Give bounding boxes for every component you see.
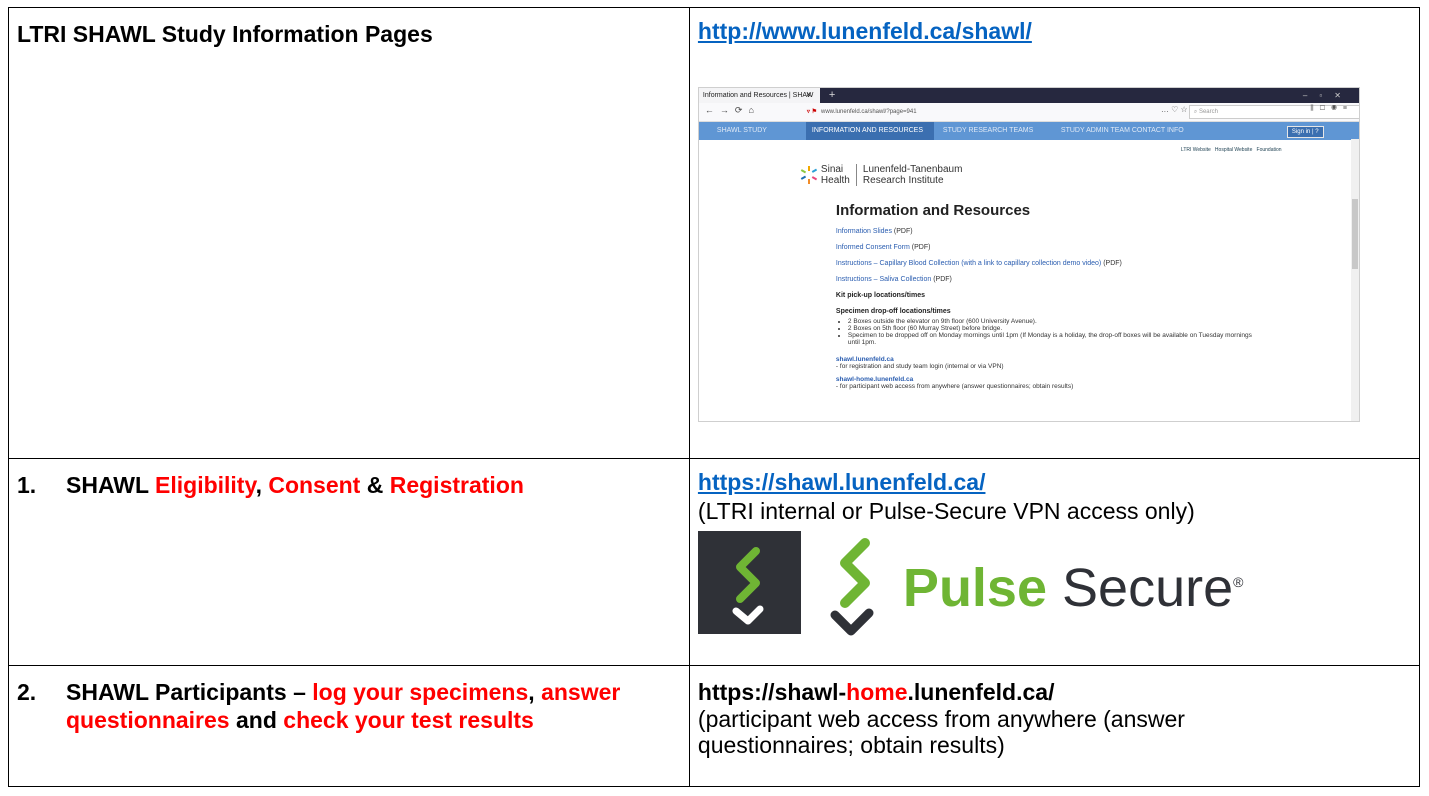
pdf-suffix: (PDF) <box>1101 260 1122 267</box>
row1-right-cell: http://www.lunenfeld.ca/shawl/ Informati… <box>688 7 1421 459</box>
close-tab-icon[interactable]: ✕ <box>806 88 812 103</box>
nav-shawl-study[interactable]: SHAWL STUDY <box>703 122 805 140</box>
participant-access-note: (participant web access from anywhere (a… <box>697 706 1185 758</box>
logo-divider <box>855 164 857 186</box>
consent-text: Consent <box>268 472 361 498</box>
row3-heading: 2. SHAWL Participants – log your specime… <box>17 666 689 734</box>
capillary-instructions-link[interactable]: Instructions – Capillary Blood Collectio… <box>836 260 1101 267</box>
title-text: , <box>255 472 269 498</box>
row3-number: 2. <box>17 679 37 705</box>
toolbar-icons[interactable]: ⫼▢◉≡ <box>1310 105 1353 113</box>
url-part: https://shawl- <box>697 679 847 705</box>
url-home-part: home <box>846 679 908 705</box>
screenshot-page-title: Information and Resources <box>835 202 1031 219</box>
tab-title: Information and Resources | SHAW <box>702 92 814 99</box>
shawl-site-desc: - for registration and study team login … <box>835 363 1004 370</box>
shawl-home-site-link[interactable]: shawl-home.lunenfeld.ca <box>836 376 913 383</box>
shawl-registration-link[interactable]: https://shawl.lunenfeld.ca/ <box>698 469 986 495</box>
info-slides-link[interactable]: Information Slides <box>836 228 892 235</box>
browser-tab[interactable]: Information and Resources | SHAW ✕ <box>698 88 820 103</box>
site-nav: SHAWL STUDY INFORMATION AND RESOURCES ST… <box>698 122 1359 140</box>
screenshot-content: Information Slides (PDF) Informed Consen… <box>836 228 1258 390</box>
lunenfeld-shawl-link[interactable]: http://www.lunenfeld.ca/shawl/ <box>698 18 1032 44</box>
consent-form-link[interactable]: Informed Consent Form <box>836 244 910 251</box>
row3-right-cell: https://shawl-home.lunenfeld.ca/ (partic… <box>688 665 1421 787</box>
search-placeholder: Search <box>1198 109 1218 115</box>
page-actions-icon[interactable]: … ♡ ☆ <box>1161 105 1188 114</box>
browser-tabbar: Information and Resources | SHAW ✕ + –▫✕ <box>698 88 1359 103</box>
registered-mark: ® <box>1233 574 1244 590</box>
hospital-website-link[interactable]: Hospital Website <box>1215 147 1252 153</box>
nav-information-resources[interactable]: INFORMATION AND RESOURCES <box>805 122 934 140</box>
nav-admin-contact[interactable]: STUDY ADMIN TEAM CONTACT INFO <box>1061 122 1211 140</box>
vpn-note: (LTRI internal or Pulse-Secure VPN acces… <box>697 498 1195 524</box>
scrollbar[interactable] <box>1350 139 1359 421</box>
pdf-suffix: (PDF) <box>931 276 952 283</box>
scrollbar-thumb[interactable] <box>1351 199 1358 269</box>
secure-word: Secure <box>1062 558 1234 618</box>
sign-in-label: Sign in <box>1291 129 1311 135</box>
pdf-suffix: (PDF) <box>891 228 913 235</box>
shawl-site-link[interactable]: shawl.lunenfeld.ca <box>836 356 894 363</box>
dropoff-heading: Specimen drop-off locations/times <box>835 308 951 315</box>
pulse-word: Pulse <box>902 558 1047 618</box>
row3-left-cell: 2. SHAWL Participants – log your specime… <box>8 665 690 787</box>
row1-title: LTRI SHAWL Study Information Pages <box>17 21 433 47</box>
sinai-star-icon <box>800 166 818 184</box>
info-table: LTRI SHAWL Study Information Pages http:… <box>8 7 1421 787</box>
logo-lunenfeld: Lunenfeld-Tanenbaum <box>862 164 963 175</box>
eligibility-text: Eligibility <box>155 472 256 498</box>
title-text: SHAWL <box>66 472 156 498</box>
registration-text: Registration <box>389 472 524 498</box>
foundation-link[interactable]: Foundation <box>1257 147 1282 153</box>
row1-left-cell: LTRI SHAWL Study Information Pages <box>8 7 690 459</box>
logo-health: Health <box>820 175 850 186</box>
new-tab-icon[interactable]: + <box>829 88 835 103</box>
address-bar[interactable]: ▿ ⚑ www.lunenfeld.ca/shawl/?page=941 <box>807 106 1057 118</box>
row2-heading: 1. SHAWL Eligibility, Consent & Registra… <box>17 459 689 499</box>
website-screenshot: Information and Resources | SHAW ✕ + –▫✕ … <box>697 87 1360 422</box>
saliva-instructions-link[interactable]: Instructions – Saliva Collection <box>836 276 931 283</box>
browser-toolbar: ←→⟳⌂ ▿ ⚑ www.lunenfeld.ca/shawl/?page=941… <box>698 103 1359 122</box>
kit-pickup-heading: Kit pick-up locations/times <box>835 292 925 299</box>
title-text: and <box>229 707 284 733</box>
url-part: .lunenfeld.ca/ <box>907 679 1055 705</box>
top-links: LTRI Website Hospital Website Foundation <box>1181 147 1282 153</box>
window-controls-icon[interactable]: –▫✕ <box>1303 88 1353 103</box>
row3-title: SHAWL Participants – log your specimens,… <box>66 678 666 734</box>
pdf-suffix: (PDF) <box>909 244 931 251</box>
row2-right-cell: https://shawl.lunenfeld.ca/ (LTRI intern… <box>688 458 1421 666</box>
dropoff-item: Specimen to be dropped off on Monday mor… <box>848 332 1258 346</box>
nav-research-teams[interactable]: STUDY RESEARCH TEAMS <box>943 122 1053 140</box>
pulse-secure-app-icon <box>697 531 801 634</box>
dropoff-list: 2 Boxes outside the elevator on 9th floo… <box>848 318 1258 346</box>
row2-title: SHAWL Eligibility, Consent & Registratio… <box>66 471 524 499</box>
dropoff-item: 2 Boxes on 5th floor (60 Murray Street) … <box>848 325 1258 332</box>
pulse-secure-mark-icon <box>830 538 874 636</box>
pulse-secure-logo: Pulse Secure® <box>697 531 1419 636</box>
log-specimens-text: log your specimens <box>312 679 529 705</box>
sign-in-button[interactable]: Sign in | ? <box>1286 126 1324 138</box>
title-text: & <box>360 472 390 498</box>
help-label: ? <box>1315 129 1319 135</box>
title-text: , <box>528 679 542 705</box>
address-url: www.lunenfeld.ca/shawl/?page=941 <box>820 109 917 115</box>
title-text: SHAWL Participants – <box>66 679 313 705</box>
row2-number: 1. <box>17 472 37 498</box>
ltri-website-link[interactable]: LTRI Website <box>1181 147 1211 153</box>
shield-icon: ▿ ⚑ <box>806 109 817 115</box>
check-results-text: check your test results <box>283 707 534 733</box>
dropoff-item: 2 Boxes outside the elevator on 9th floo… <box>848 318 1258 325</box>
navigation-icons[interactable]: ←→⟳⌂ <box>705 105 760 116</box>
logo-sinai: Sinai <box>820 164 844 175</box>
pulse-secure-wordmark: Pulse Secure® <box>903 550 1244 620</box>
shawl-home-site-desc: - for participant web access from anywhe… <box>835 383 1074 390</box>
row2-left-cell: 1. SHAWL Eligibility, Consent & Registra… <box>8 458 690 666</box>
shawl-home-url[interactable]: https://shawl-home.lunenfeld.ca/ <box>698 666 1419 706</box>
logo-research-institute: Research Institute <box>862 175 944 186</box>
